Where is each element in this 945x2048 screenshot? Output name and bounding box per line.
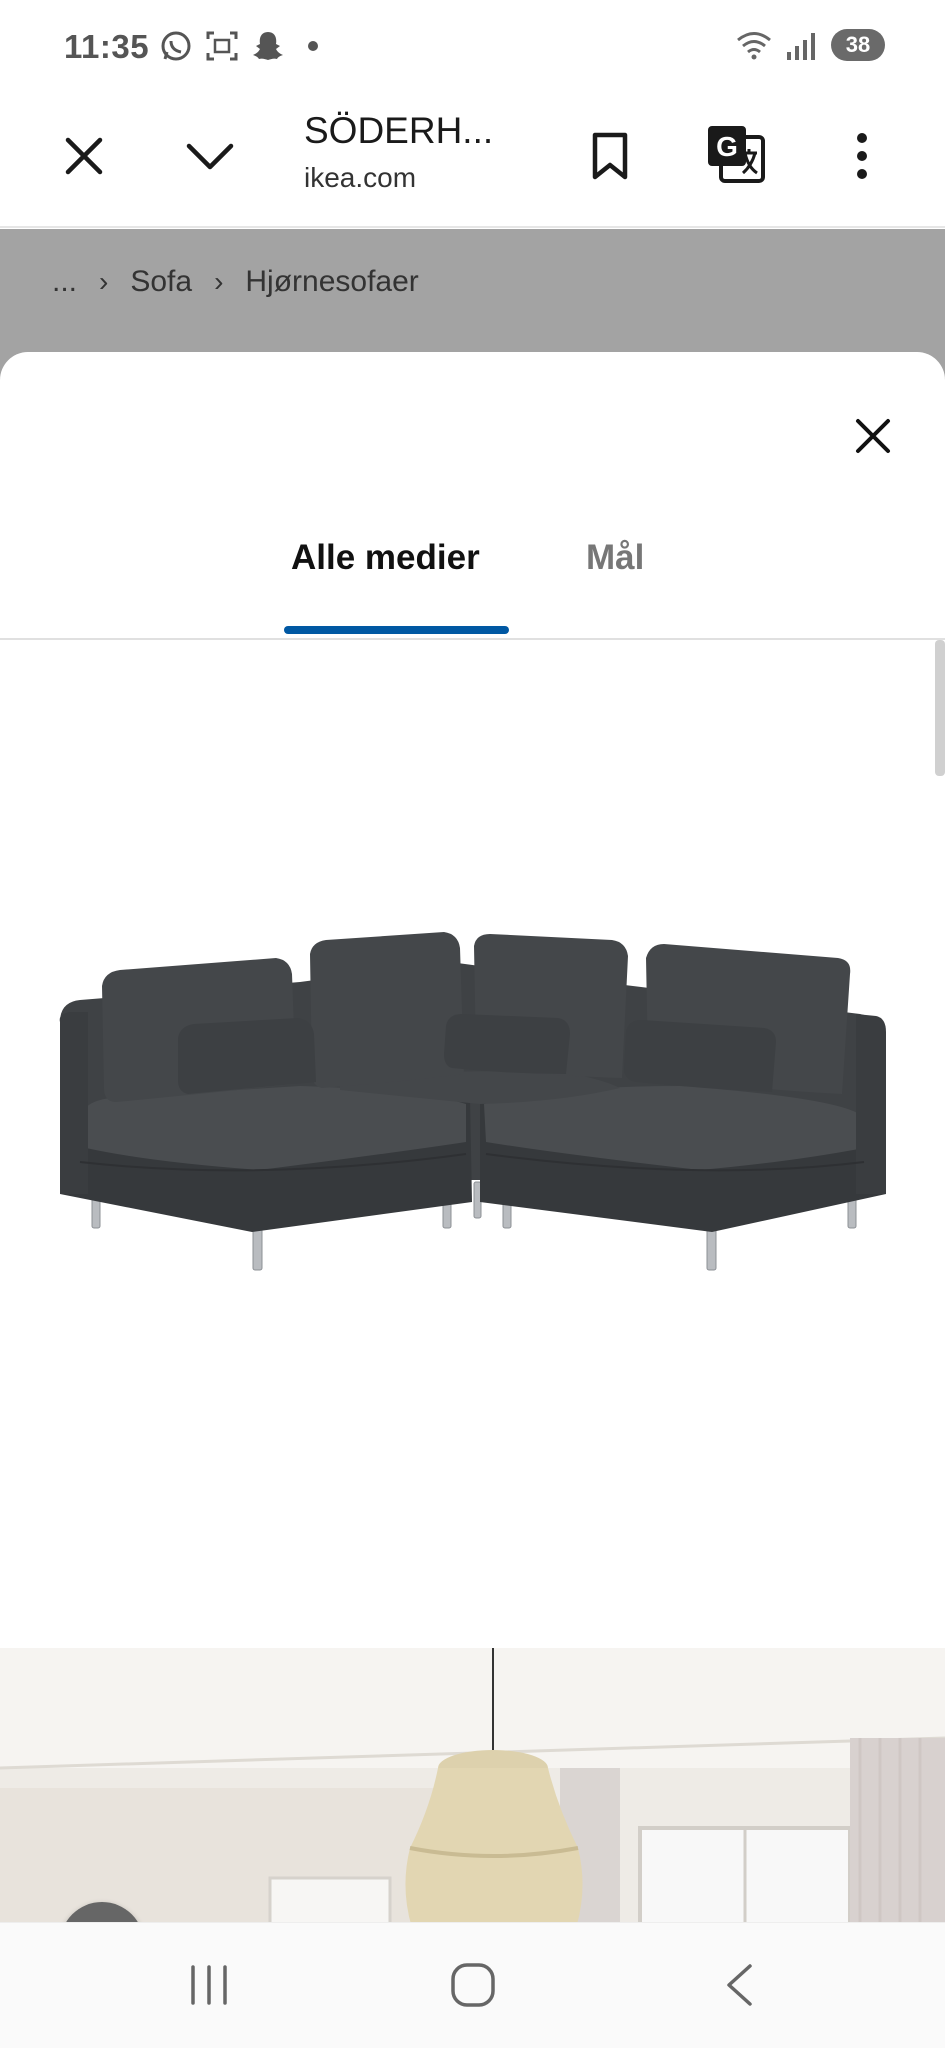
translate-button[interactable]: G: [700, 118, 772, 190]
active-tab-indicator: [284, 626, 509, 634]
system-navigation-bar: [0, 1922, 945, 2048]
screenshot-icon: [206, 31, 238, 61]
whatsapp-icon: [161, 31, 191, 61]
snapchat-icon: [253, 32, 283, 60]
bookmark-icon: [592, 132, 628, 180]
scrollbar-thumb[interactable]: [935, 640, 945, 776]
signal-icon: [787, 33, 815, 60]
translate-icon: G: [708, 126, 765, 183]
breadcrumb-item-corner-sofas[interactable]: Hjørnesofaer: [245, 265, 418, 299]
close-icon: [65, 137, 103, 175]
recent-apps-icon: [191, 1965, 227, 2005]
close-sheet-button[interactable]: [841, 404, 905, 468]
tab-dimensions[interactable]: Mål: [586, 538, 644, 578]
home-button[interactable]: [428, 1949, 518, 2021]
notification-icons: [158, 28, 318, 64]
corner-sofa-illustration: [59, 932, 886, 1271]
close-tab-button[interactable]: [48, 120, 120, 192]
more-notifications-dot: [308, 41, 318, 51]
breadcrumb-separator: ›: [214, 266, 224, 297]
screen: 11:35 38 SÖDERH... ikea.com G ... › Sofa…: [0, 0, 945, 2048]
more-options-button[interactable]: [826, 120, 898, 192]
breadcrumb-item-sofa[interactable]: Sofa: [130, 265, 192, 299]
breadcrumb: ... › Sofa › Hjørnesofaer: [52, 265, 419, 299]
status-time: 11:35: [64, 28, 150, 65]
minimize-tab-button[interactable]: [174, 120, 246, 192]
media-sheet: Alle medier Mål: [0, 352, 945, 2048]
chevron-down-icon: [186, 143, 234, 170]
browser-toolbar: SÖDERH... ikea.com G: [0, 92, 945, 228]
back-icon: [727, 1964, 752, 2006]
bookmark-button[interactable]: [574, 120, 646, 192]
breadcrumb-separator: ›: [99, 266, 109, 297]
back-button[interactable]: [694, 1949, 784, 2021]
close-icon: [856, 419, 890, 453]
page-title: SÖDERH...: [304, 110, 494, 151]
battery-indicator: 38: [831, 29, 885, 61]
tab-all-media[interactable]: Alle medier: [291, 538, 480, 578]
breadcrumb-ellipsis[interactable]: ...: [52, 265, 77, 299]
system-icons: 38: [735, 28, 885, 62]
svg-text:G: G: [716, 131, 738, 162]
product-image-sofa[interactable]: [0, 642, 945, 1648]
media-tabs: Alle medier Mål: [0, 522, 945, 640]
page-url: ikea.com: [304, 162, 417, 193]
recent-apps-button[interactable]: [164, 1949, 254, 2021]
status-bar: 11:35 38: [0, 0, 945, 92]
more-vert-icon: [857, 133, 867, 179]
wifi-icon: [737, 32, 771, 60]
page-title-block[interactable]: SÖDERH... ikea.com: [304, 110, 564, 194]
home-icon: [451, 1963, 495, 2007]
